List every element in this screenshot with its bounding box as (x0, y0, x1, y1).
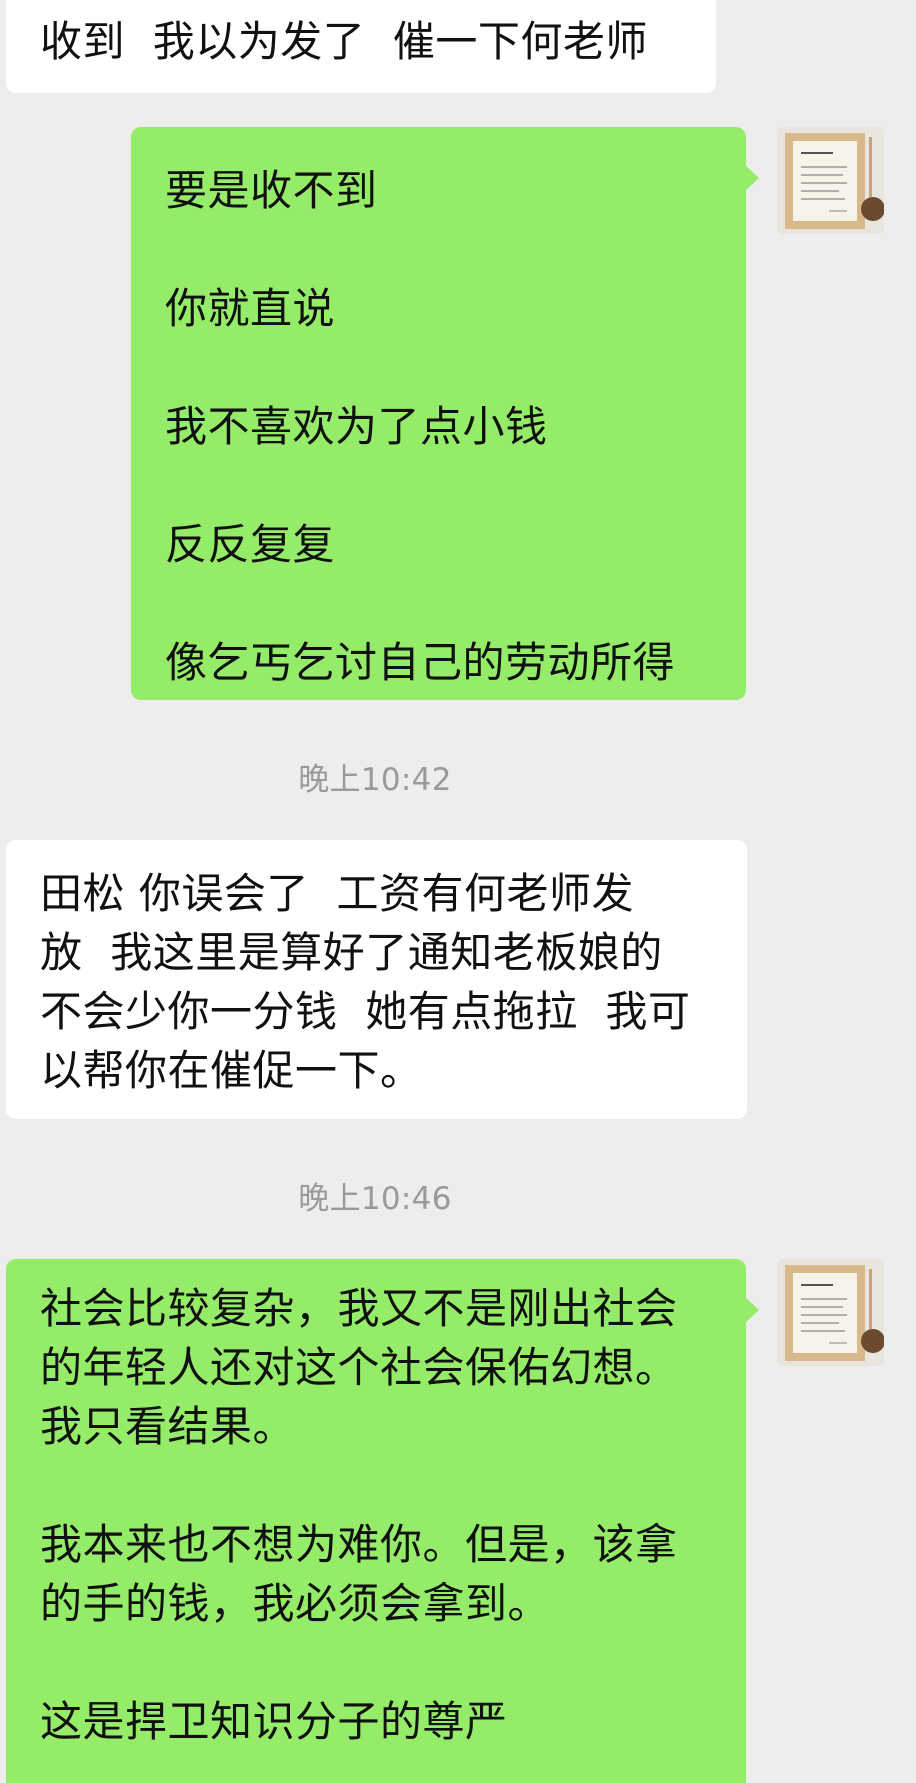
message-text: 收到 我以为发了 催一下何老师 (40, 17, 648, 66)
outgoing-message-bubble[interactable]: 社会比较复杂，我又不是刚出社会 的年轻人还对这个社会保佑幻想。 我只看结果。 我… (6, 1259, 759, 1783)
incoming-message-bubble[interactable]: 田松 你误会了 工资有何老师发 放 我这里是算好了通知老板娘的 不会少你一分钱 … (6, 840, 747, 1119)
incoming-message-bubble[interactable]: 收到 我以为发了 催一下何老师 (6, 0, 716, 93)
outgoing-message-bubble[interactable]: 要是收不到 你就直说 我不喜欢为了点小钱 反反复复 像乞丐乞讨自己的劳动所得 (131, 127, 759, 700)
message-text: 要是收不到 你就直说 我不喜欢为了点小钱 反反复复 像乞丐乞讨自己的劳动所得 (165, 166, 676, 687)
message-text: 田松 你误会了 工资有何老师发 放 我这里是算好了通知老板娘的 不会少你一分钱 … (40, 869, 691, 1095)
timestamp: 晚上10:42 (298, 762, 452, 798)
framed-calligraphy-avatar-icon (777, 1259, 884, 1366)
own-avatar-icon[interactable] (777, 1259, 884, 1366)
message-text: 社会比较复杂，我又不是刚出社会 的年轻人还对这个社会保佑幻想。 我只看结果。 我… (40, 1284, 678, 1746)
own-avatar-icon[interactable] (777, 127, 884, 234)
timestamp: 晚上10:46 (298, 1181, 452, 1217)
framed-calligraphy-avatar-icon (777, 127, 884, 234)
